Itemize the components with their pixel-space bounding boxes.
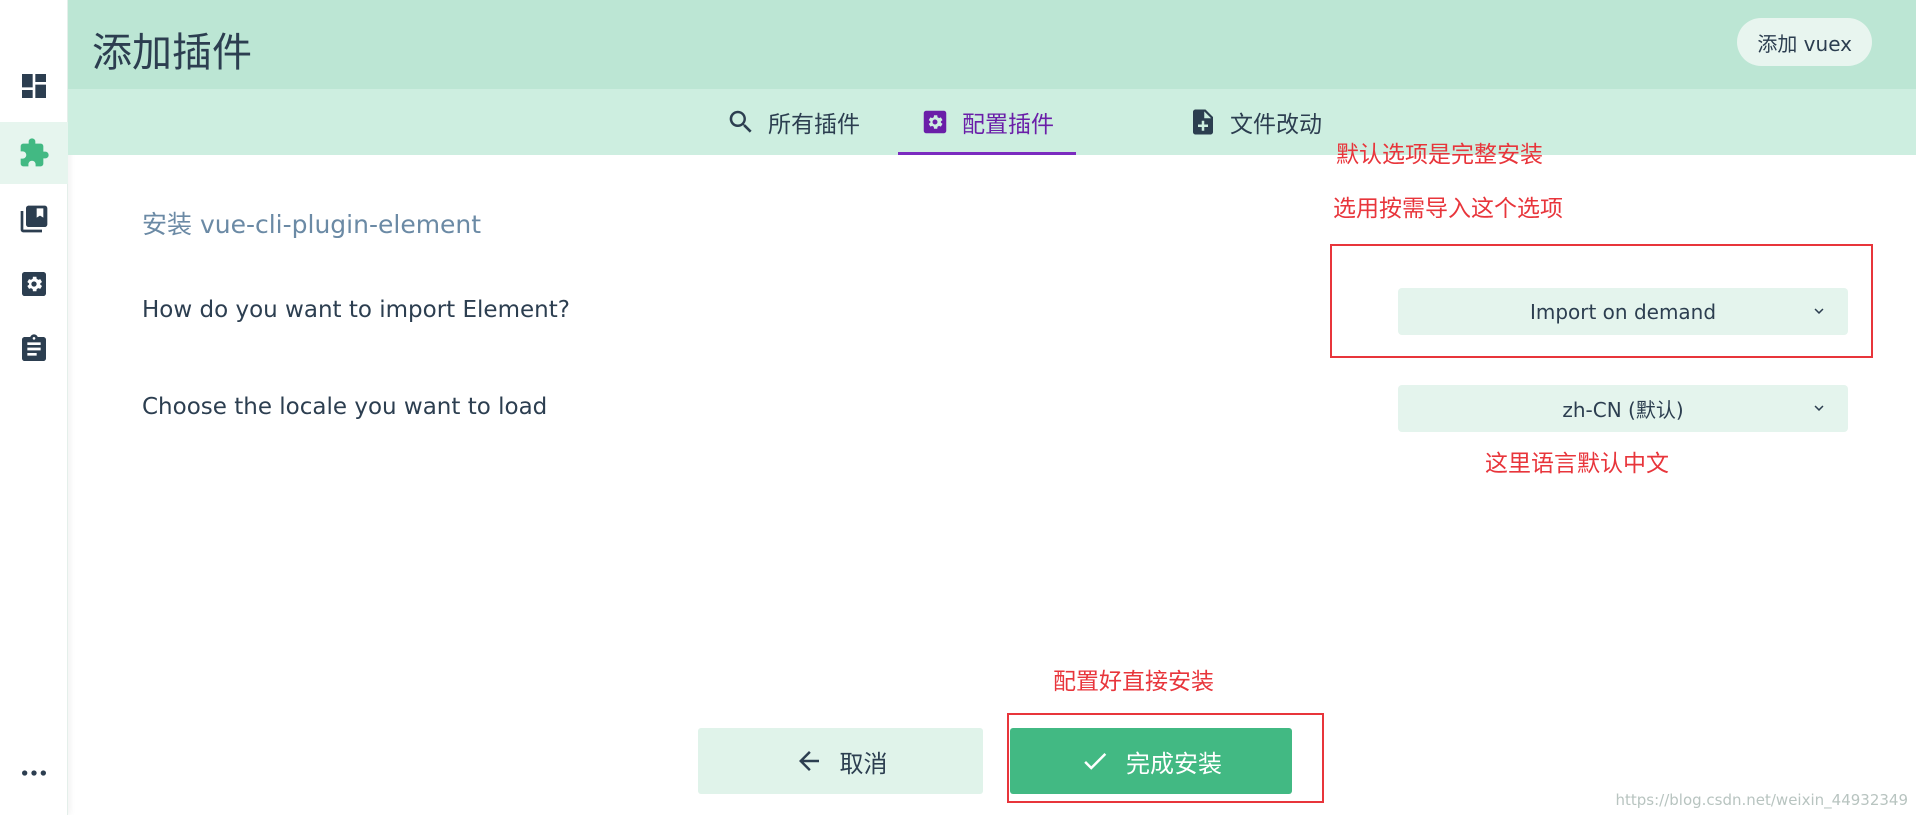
watermark: https://blog.csdn.net/weixin_44932349: [1615, 791, 1908, 809]
sidebar-item-dependencies[interactable]: [0, 188, 68, 250]
sidebar-item-dashboard[interactable]: [0, 55, 68, 117]
locale-select[interactable]: zh-CN (默认): [1398, 385, 1848, 432]
file-plus-icon: [1193, 109, 1213, 135]
sidebar: [0, 0, 68, 815]
add-vuex-button[interactable]: 添加 vuex: [1737, 18, 1872, 66]
puzzle-plugin-icon: [20, 138, 49, 167]
search-icon: [729, 110, 752, 133]
finish-label: 完成安装: [1126, 749, 1222, 778]
finish-install-button[interactable]: 完成安装: [1010, 728, 1292, 794]
settings-box-icon: [923, 110, 947, 134]
dashboard-icon: [22, 74, 46, 98]
sidebar-item-plugins[interactable]: [0, 122, 68, 184]
cancel-button[interactable]: 取消: [698, 728, 983, 794]
annotation-configure-then-install: 配置好直接安装: [1053, 669, 1214, 695]
tab-configure-plugin[interactable]: 配置插件: [898, 89, 1076, 155]
page-title: 添加插件: [92, 30, 252, 76]
annotation-choose-on-demand: 选用按需导入这个选项: [1333, 196, 1563, 222]
tab-label: 配置插件: [962, 112, 1054, 138]
sidebar-item-more[interactable]: [0, 742, 68, 804]
library-books-icon: [20, 205, 48, 233]
chevron-down-icon: [1814, 405, 1824, 411]
tab-all-plugins[interactable]: 所有插件: [704, 89, 882, 155]
annotation-locale-default: 这里语言默认中文: [1485, 451, 1669, 477]
select-value: zh-CN (默认): [1562, 398, 1684, 422]
locale-label: Choose the locale you want to load: [142, 394, 548, 420]
tab-file-changes[interactable]: 文件改动: [1166, 89, 1344, 155]
arrow-left-icon: [798, 751, 819, 771]
section-title: 安装 vue-cli-plugin-element: [142, 210, 482, 239]
clipboard-task-icon: [22, 334, 46, 361]
annotation-highlight-import-select: [1330, 244, 1873, 358]
cancel-label: 取消: [839, 749, 888, 778]
tab-bar: 所有插件 配置插件 文件改动: [68, 89, 1916, 155]
annotation-default-full-install: 默认选项是完整安装: [1336, 142, 1543, 168]
settings-box-icon: [22, 272, 46, 296]
more-dots-icon: [22, 770, 46, 776]
tab-label: 所有插件: [768, 112, 860, 138]
tab-label: 文件改动: [1230, 112, 1322, 138]
check-icon: [1084, 753, 1107, 770]
sidebar-item-configuration[interactable]: [0, 253, 68, 315]
page-header: 添加插件 添加 vuex: [68, 0, 1916, 89]
import-element-label: How do you want to import Element?: [142, 297, 570, 323]
sidebar-item-tasks[interactable]: [0, 318, 68, 380]
